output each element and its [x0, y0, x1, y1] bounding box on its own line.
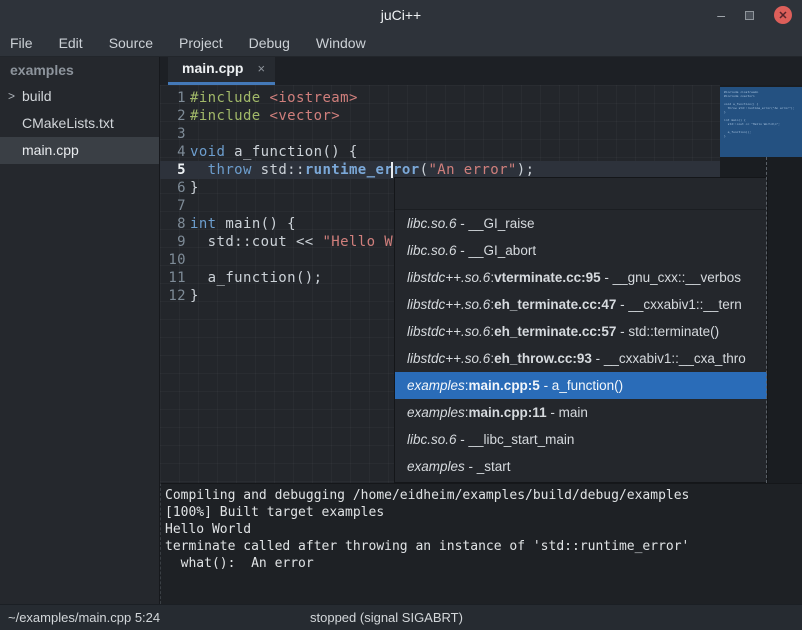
tab-main-cpp[interactable]: main.cpp × [168, 57, 275, 85]
code-line-4: 4void a_function() { [160, 143, 720, 161]
backtrace-item-5[interactable]: libstdc++.so.6:eh_throw.cc:93 - __cxxabi… [395, 345, 767, 372]
minimize-icon[interactable]: – [717, 0, 725, 30]
code-text: int main() { [186, 215, 296, 233]
code-text: #include <vector> [186, 107, 340, 125]
title-bar: juCi++ – ✕ [0, 0, 802, 30]
sidebar-item-build[interactable]: >build [0, 83, 159, 110]
restore-icon[interactable] [745, 11, 754, 20]
backtrace-item-6[interactable]: examples:main.cpp:5 - a_function() [395, 372, 767, 399]
menu-item-edit[interactable]: Edit [59, 35, 83, 51]
line-number: 6 [160, 179, 186, 197]
window-controls: – ✕ [717, 0, 792, 30]
code-text: a_function(); [186, 269, 322, 287]
text-cursor [391, 162, 393, 178]
juci-window: juCi++ – ✕ File Edit Source Project Debug Win… [0, 0, 802, 630]
backtrace-popup: libc.so.6 - __GI_raiselibc.so.6 - __GI_a… [394, 177, 768, 483]
code-text: } [186, 179, 199, 197]
menu-item-project[interactable]: Project [179, 35, 223, 51]
backtrace-item-0[interactable]: libc.so.6 - __GI_raise [395, 210, 767, 237]
terminal-output[interactable]: Compiling and debugging /home/eidheim/ex… [160, 483, 802, 604]
backtrace-filter-entry[interactable] [395, 178, 767, 210]
line-number: 10 [160, 251, 186, 269]
backtrace-item-8[interactable]: libc.so.6 - __libc_start_main [395, 426, 767, 453]
sidebar-item-label: build [22, 83, 52, 110]
file-tree-sidebar: examples >buildCMakeLists.txtmain.cpp [0, 57, 160, 604]
code-text [186, 125, 190, 143]
minimap-code: #include <iostream> #include <vector> vo… [720, 87, 802, 138]
line-number: 3 [160, 125, 186, 143]
sidebar-item-label: main.cpp [22, 137, 79, 164]
backtrace-item-1[interactable]: libc.so.6 - __GI_abort [395, 237, 767, 264]
close-icon[interactable]: ✕ [774, 6, 792, 24]
backtrace-item-3[interactable]: libstdc++.so.6:eh_terminate.cc:47 - __cx… [395, 291, 767, 318]
menu-item-file[interactable]: File [10, 35, 33, 51]
code-text: } [186, 287, 199, 305]
menu-bar: File Edit Source Project Debug Window [0, 30, 802, 57]
code-line-3: 3 [160, 125, 720, 143]
status-debug-state: stopped (signal SIGABRT) [310, 605, 463, 630]
sidebar-item-main-cpp[interactable]: main.cpp [0, 137, 159, 164]
backtrace-item-9[interactable]: examples - _start [395, 453, 767, 480]
menu-item-window[interactable]: Window [316, 35, 366, 51]
code-text: void a_function() { [186, 143, 358, 161]
line-number: 9 [160, 233, 186, 251]
backtrace-item-2[interactable]: libstdc++.so.6:vterminate.cc:95 - __gnu_… [395, 264, 767, 291]
code-text: #include <iostream> [186, 89, 358, 107]
tab-close-icon[interactable]: × [257, 61, 265, 76]
right-margin-line [766, 157, 767, 483]
tab-label: main.cpp [182, 60, 243, 76]
sidebar-item-label: CMakeLists.txt [22, 110, 114, 137]
line-number: 5 [160, 161, 186, 179]
line-number: 2 [160, 107, 186, 125]
menu-item-debug[interactable]: Debug [249, 35, 290, 51]
code-line-2: 2#include <vector> [160, 107, 720, 125]
chevron-right-icon[interactable]: > [8, 83, 22, 110]
sidebar-item-cmakelists-txt[interactable]: CMakeLists.txt [0, 110, 159, 137]
code-line-1: 1#include <iostream> [160, 89, 720, 107]
project-name: examples [0, 57, 159, 83]
line-number: 4 [160, 143, 186, 161]
status-bar: ~/examples/main.cpp 5:24 stopped (signal… [0, 604, 802, 630]
code-text [186, 251, 190, 269]
minimap-slider[interactable]: #include <iostream> #include <vector> vo… [720, 87, 802, 157]
window-title: juCi++ [381, 7, 421, 23]
line-number: 8 [160, 215, 186, 233]
line-number: 7 [160, 197, 186, 215]
line-number: 11 [160, 269, 186, 287]
backtrace-item-4[interactable]: libstdc++.so.6:eh_terminate.cc:57 - std:… [395, 318, 767, 345]
code-text [186, 197, 190, 215]
line-number: 1 [160, 89, 186, 107]
backtrace-item-7[interactable]: examples:main.cpp:11 - main [395, 399, 767, 426]
tab-bar: main.cpp × [160, 57, 802, 85]
menu-item-source[interactable]: Source [109, 35, 153, 51]
status-file-position: ~/examples/main.cpp 5:24 [8, 605, 160, 630]
line-number: 12 [160, 287, 186, 305]
